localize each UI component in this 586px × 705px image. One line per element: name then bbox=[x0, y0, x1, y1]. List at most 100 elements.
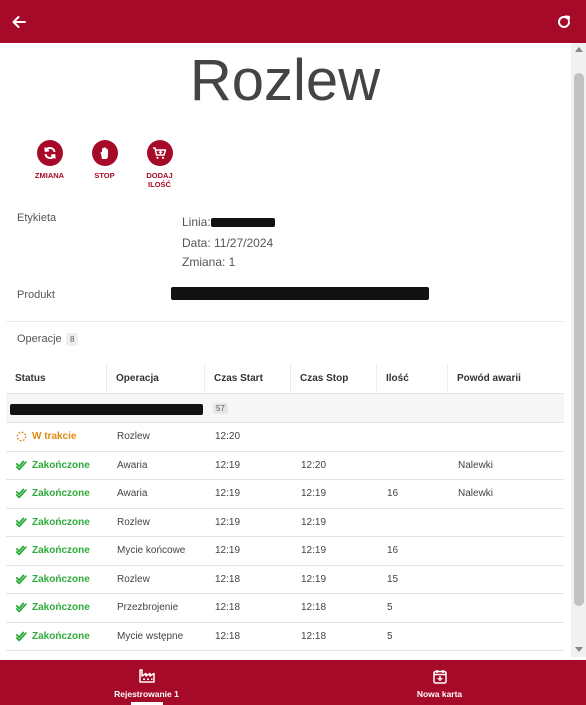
redacted-line bbox=[210, 218, 275, 228]
tab-new-card-label: Nowa karta bbox=[416, 689, 463, 699]
redacted-product bbox=[171, 287, 429, 300]
cell-quantity: 16 bbox=[387, 545, 399, 557]
bottom-navigation: Rejestrowanie 1 Nowa karta bbox=[0, 660, 586, 705]
operations-title: Operacje bbox=[17, 333, 62, 345]
table-row[interactable]: Zakończone Przezbrojenie 12:18 12:18 5 bbox=[6, 594, 564, 623]
status-completed: Zakończone bbox=[16, 631, 107, 642]
cell-start: 12:19 bbox=[215, 545, 241, 557]
double-check-icon bbox=[16, 574, 27, 585]
status-text: Zakończone bbox=[32, 488, 90, 500]
group-row[interactable]: 57 bbox=[6, 394, 564, 423]
scroll-down-icon[interactable] bbox=[575, 647, 583, 652]
status-in-progress: W trakcie bbox=[16, 431, 107, 442]
label-etykieta: Etykieta bbox=[17, 212, 57, 224]
vertical-scrollbar[interactable] bbox=[571, 43, 586, 657]
cell-status: Zakończone bbox=[6, 602, 107, 613]
table-row[interactable]: Zakończone Mycie końcowe 12:19 12:19 16 bbox=[6, 537, 564, 566]
cell-status: Zakończone bbox=[6, 574, 107, 585]
status-completed: Zakończone bbox=[16, 488, 107, 499]
cell-quantity: 5 bbox=[387, 602, 393, 614]
operations-count-badge: 8 bbox=[66, 333, 79, 346]
stop-button[interactable]: STOP bbox=[77, 140, 132, 189]
page-title: Rozlew bbox=[189, 48, 381, 113]
operations-table: Status Operacja Czas Start Czas Stop Ilo… bbox=[6, 364, 564, 651]
vertical-scroll-thumb[interactable] bbox=[574, 73, 584, 606]
cell-start: 12:19 bbox=[215, 488, 241, 500]
scroll-up-icon[interactable] bbox=[575, 47, 583, 52]
arrow-left-icon bbox=[12, 16, 26, 28]
table-row[interactable]: W trakcie Rozlew 12:20 bbox=[6, 423, 564, 452]
col-failure-reason[interactable]: Powód awarii bbox=[448, 364, 564, 393]
refresh-button[interactable] bbox=[550, 8, 578, 36]
cell-start: 12:18 bbox=[215, 573, 241, 585]
cell-quantity: 5 bbox=[387, 630, 393, 642]
col-stop[interactable]: Czas Stop bbox=[291, 364, 377, 393]
hand-icon bbox=[100, 147, 108, 159]
table-row[interactable]: Zakończone Awaria 12:19 12:19 16 Nalewki bbox=[6, 480, 564, 509]
status-text: Zakończone bbox=[32, 573, 90, 585]
status-completed: Zakończone bbox=[16, 602, 107, 613]
cell-operation: Przezbrojenie bbox=[117, 602, 179, 614]
cell-quantity: 16 bbox=[387, 488, 399, 500]
status-text: Zakończone bbox=[32, 630, 90, 642]
cell-start: 12:19 bbox=[215, 459, 241, 471]
cell-stop: 12:19 bbox=[301, 516, 327, 528]
cell-start: 12:18 bbox=[215, 630, 241, 642]
tab-registration-label: Rejestrowanie 1 bbox=[114, 689, 179, 699]
col-start[interactable]: Czas Start bbox=[205, 364, 291, 393]
col-quantity[interactable]: Ilość bbox=[377, 364, 448, 393]
status-text: Zakończone bbox=[32, 545, 90, 557]
status-completed: Zakończone bbox=[16, 545, 107, 556]
section-divider bbox=[6, 321, 564, 322]
cell-operation: Awaria bbox=[117, 488, 148, 500]
double-check-icon bbox=[16, 460, 27, 471]
double-check-icon bbox=[16, 517, 27, 528]
tab-new-card[interactable]: Nowa karta bbox=[293, 660, 586, 705]
cell-operation: Mycie wstępne bbox=[117, 630, 184, 642]
cell-operation: Mycie końcowe bbox=[117, 545, 186, 557]
back-button[interactable] bbox=[5, 8, 33, 36]
tab-registration[interactable]: Rejestrowanie 1 bbox=[0, 660, 293, 705]
redacted-group-name bbox=[10, 404, 203, 415]
add-cart-icon bbox=[153, 147, 167, 159]
cell-stop: 12:19 bbox=[301, 573, 327, 585]
cell-quantity: 15 bbox=[387, 573, 399, 585]
cell-status: Zakończone bbox=[6, 460, 107, 471]
cell-stop: 12:20 bbox=[301, 459, 327, 471]
refresh-icon bbox=[558, 15, 570, 28]
cell-failure-reason: Nalewki bbox=[458, 488, 494, 500]
line-value: Linia: bbox=[182, 215, 275, 229]
col-status[interactable]: Status bbox=[6, 364, 107, 393]
status-text: Zakończone bbox=[32, 602, 90, 614]
shift-value: Zmiana: 1 bbox=[182, 255, 236, 269]
table-row[interactable]: Zakończone Rozlew 12:19 12:19 bbox=[6, 509, 564, 537]
status-completed: Zakończone bbox=[16, 517, 107, 528]
group-count-badge: 57 bbox=[213, 403, 228, 414]
table-row[interactable]: Zakończone Awaria 12:19 12:20 Nalewki bbox=[6, 452, 564, 480]
table-row[interactable]: Zakończone Rozlew 12:18 12:19 15 bbox=[6, 566, 564, 594]
cell-status: Zakończone bbox=[6, 545, 107, 556]
add-quantity-button[interactable]: DODAJ ILOŚĆ bbox=[132, 140, 187, 189]
double-check-icon bbox=[16, 488, 27, 499]
refresh-icon bbox=[43, 146, 56, 160]
change-shift-label: ZMIANA bbox=[34, 171, 65, 180]
cell-status: Zakończone bbox=[6, 631, 107, 642]
double-check-icon bbox=[16, 545, 27, 556]
line-label: Linia: bbox=[182, 215, 211, 229]
stop-label: STOP bbox=[94, 171, 115, 180]
cell-stop: 12:19 bbox=[301, 488, 327, 500]
cell-status: W trakcie bbox=[6, 431, 107, 442]
col-operation[interactable]: Operacja bbox=[107, 364, 205, 393]
cell-status: Zakończone bbox=[6, 517, 107, 528]
double-check-icon bbox=[16, 631, 27, 642]
change-shift-button[interactable]: ZMIANA bbox=[22, 140, 77, 189]
table-header: Status Operacja Czas Start Czas Stop Ilo… bbox=[6, 364, 564, 394]
top-app-bar bbox=[0, 0, 586, 43]
status-text: Zakończone bbox=[32, 459, 90, 471]
status-completed: Zakończone bbox=[16, 460, 107, 471]
double-check-icon bbox=[16, 602, 27, 613]
table-row[interactable]: Zakończone Mycie wstępne 12:18 12:18 5 bbox=[6, 623, 564, 651]
cell-operation: Rozlew bbox=[117, 516, 150, 528]
factory-icon bbox=[138, 669, 155, 683]
cell-status: Zakończone bbox=[6, 488, 107, 499]
